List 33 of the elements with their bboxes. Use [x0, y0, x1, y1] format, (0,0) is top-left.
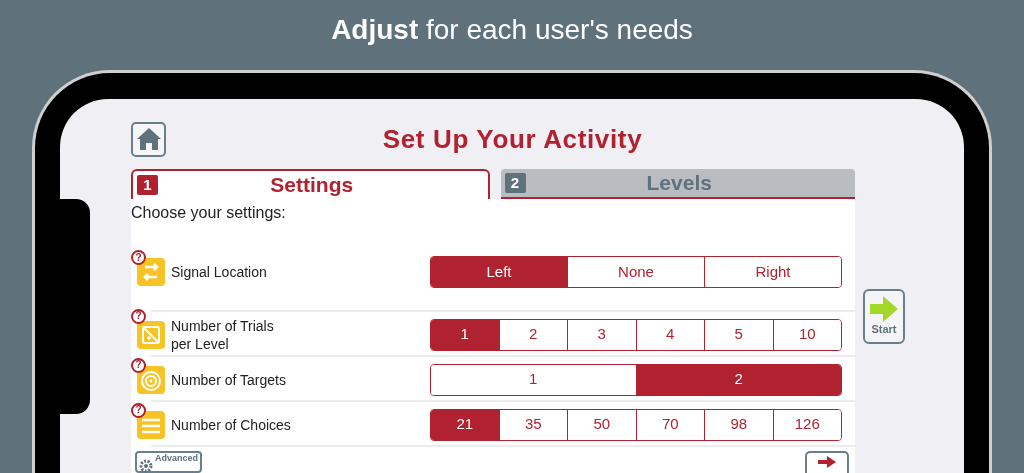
- segment-option[interactable]: Right: [704, 257, 841, 287]
- help-icon[interactable]: ?: [131, 357, 146, 373]
- tab-number-badge: 1: [137, 175, 158, 195]
- segment-option[interactable]: 10: [772, 319, 841, 350]
- tab[interactable]: 1 Settings: [131, 169, 490, 199]
- segment-option[interactable]: Left: [431, 257, 567, 287]
- tab-label: Levels: [645, 170, 713, 197]
- setting-label: Number of Trials per Level: [171, 316, 274, 353]
- prompt-text: Choose your settings:: [131, 202, 287, 223]
- help-icon[interactable]: ?: [131, 250, 146, 265]
- advanced-settings-button[interactable]: Advanced: [135, 451, 202, 473]
- help-icon[interactable]: ?: [131, 402, 146, 418]
- segment-option[interactable]: 1: [431, 319, 499, 350]
- card-setting-icon: [137, 320, 165, 349]
- tab-label: Settings: [269, 172, 355, 199]
- arrow-right-icon: [870, 296, 898, 322]
- setting-label: Number of Choices: [171, 415, 291, 434]
- setting-label: Signal Location: [171, 263, 267, 281]
- arrow-right-icon: [818, 456, 836, 468]
- tab[interactable]: 2 Levels: [500, 169, 855, 199]
- segment-option[interactable]: 126: [772, 409, 841, 440]
- gear-icon: [139, 459, 153, 473]
- tab-number-badge: 2: [504, 173, 526, 193]
- page-title: Set Up Your Activity: [382, 122, 643, 156]
- help-icon[interactable]: ?: [131, 308, 146, 324]
- headline: Adjust for each user's needs: [331, 13, 693, 47]
- segment-option[interactable]: 21: [431, 409, 499, 440]
- segment-option[interactable]: 2: [635, 364, 841, 395]
- setting-label: Number of Targets: [171, 370, 286, 389]
- home-icon: [135, 127, 162, 151]
- next-button[interactable]: [805, 451, 849, 473]
- start-button[interactable]: Start: [863, 289, 905, 344]
- home-button[interactable]: [131, 121, 166, 157]
